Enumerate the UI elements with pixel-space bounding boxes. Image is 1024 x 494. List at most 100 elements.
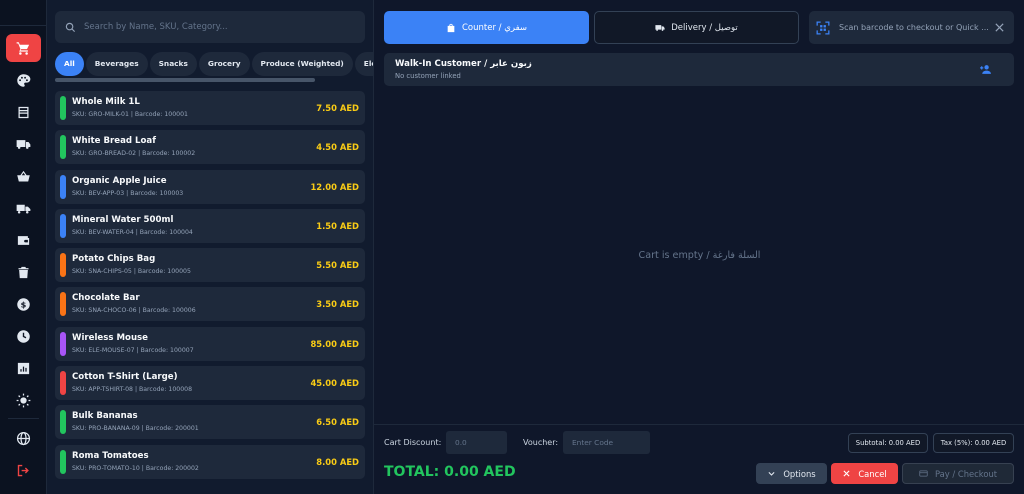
product-price: 7.50 AED — [316, 103, 359, 113]
product-sku: SKU: PRO-TOMATO-10 | Barcode: 200002 — [72, 464, 199, 472]
category-filter: All Beverages Snacks Grocery Produce (Weight… — [55, 52, 373, 76]
sidebar-item-history[interactable] — [6, 322, 41, 350]
customer-name: Walk-In Customer / زبون عابر — [395, 59, 532, 69]
product-name: Roma Tomatoes — [72, 450, 149, 461]
category-chip-electronics[interactable]: Electronics — [354, 52, 373, 76]
product-list: Whole Milk 1L SKU: GRO-MILK-01 | Barcode… — [55, 91, 365, 484]
logout-icon — [17, 464, 29, 476]
sun-icon — [16, 393, 31, 407]
options-label: Options — [783, 468, 816, 479]
product-card[interactable]: Roma Tomatoes SKU: PRO-TOMATO-10 | Barco… — [55, 444, 365, 479]
globe-icon — [16, 431, 31, 445]
sidebar-item-theme-toggle[interactable] — [6, 386, 41, 414]
cart-panel: Counter / سفري Delivery / توصيل Walk-In … — [373, 0, 1024, 494]
category-color-bar — [60, 253, 66, 278]
cart-icon — [16, 41, 30, 55]
add-customer-icon[interactable] — [979, 63, 992, 76]
sidebar-item-language[interactable] — [6, 424, 41, 452]
tab-counter-label: Counter / سفري — [462, 22, 527, 33]
product-card[interactable]: Potato Chips Bag SKU: SNA-CHIPS-05 | Bar… — [55, 248, 365, 283]
sidebar: $ — [0, 0, 47, 494]
product-name: Wireless Mouse — [72, 332, 149, 343]
clock-icon — [17, 329, 30, 343]
voucher-label: Voucher: — [523, 438, 559, 447]
category-color-bar — [60, 331, 66, 356]
sidebar-item-logout[interactable] — [6, 456, 41, 484]
cart-empty-message: Cart is empty / السلة فارغة — [638, 250, 761, 261]
product-price: 85.00 AED — [310, 338, 359, 349]
wallet-icon — [17, 235, 30, 245]
report-icon — [17, 362, 30, 374]
sidebar-item-inventory[interactable] — [6, 98, 41, 126]
category-chip-beverages[interactable]: Beverages — [85, 52, 148, 76]
category-color-bar — [60, 449, 66, 474]
cancel-button[interactable]: Cancel — [831, 463, 898, 484]
search-input[interactable] — [84, 22, 354, 32]
sidebar-item-shipping[interactable] — [6, 130, 41, 158]
product-name: White Bread Loaf — [72, 136, 156, 147]
sidebar-item-wallet[interactable] — [6, 226, 41, 254]
tab-delivery-label: Delivery / توصيل — [671, 22, 738, 33]
truck-icon — [655, 24, 665, 31]
product-sku: SKU: APP-TSHIRT-08 | Barcode: 100008 — [72, 386, 193, 394]
tab-delivery[interactable]: Delivery / توصيل — [594, 11, 799, 44]
trash-icon — [18, 266, 29, 278]
sidebar-header — [0, 0, 47, 26]
category-color-bar — [60, 174, 66, 199]
cancel-label: Cancel — [858, 468, 887, 479]
product-sku: SKU: SNA-CHIPS-05 | Barcode: 100005 — [72, 268, 191, 276]
pay-checkout-button[interactable]: Pay / Checkout — [902, 463, 1014, 484]
customer-card[interactable]: Walk-In Customer / زبون عابر No customer… — [384, 53, 1014, 86]
product-sku: SKU: BEV-WATER-04 | Barcode: 100004 — [72, 228, 193, 236]
product-sku: SKU: GRO-BREAD-02 | Barcode: 100002 — [72, 150, 196, 158]
cart-discount-input[interactable] — [446, 431, 507, 454]
category-scrollbar[interactable] — [55, 78, 315, 82]
sidebar-divider — [8, 418, 39, 419]
product-card[interactable]: Wireless Mouse SKU: ELE-MOUSE-07 | Barco… — [55, 326, 365, 361]
product-name: Potato Chips Bag — [72, 254, 156, 265]
product-card[interactable]: Organic Apple Juice SKU: BEV-APP-03 | Ba… — [55, 169, 365, 204]
product-card[interactable]: Whole Milk 1L SKU: GRO-MILK-01 | Barcode… — [55, 91, 365, 125]
basket-icon — [17, 170, 30, 181]
subtotal-badge: Subtotal: 0.00 AED — [848, 433, 928, 453]
product-price: 8.00 AED — [316, 456, 359, 467]
order-total: TOTAL: 0.00 AED — [384, 464, 516, 480]
product-sku: SKU: BEV-APP-03 | Barcode: 100003 — [72, 189, 184, 197]
product-price: 4.50 AED — [316, 142, 359, 153]
sidebar-item-themes[interactable] — [6, 66, 41, 94]
product-card[interactable]: Chocolate Bar SKU: SNA-CHOCO-06 | Barcod… — [55, 287, 365, 322]
tab-counter[interactable]: Counter / سفري — [384, 11, 589, 44]
category-chip-grocery[interactable]: Grocery — [198, 52, 250, 76]
product-name: Cotton T-Shirt (Large) — [72, 372, 178, 383]
product-card[interactable]: Cotton T-Shirt (Large) SKU: APP-TSHIRT-0… — [55, 366, 365, 401]
sidebar-item-pos[interactable] — [6, 34, 41, 62]
shopping-bag-icon — [447, 23, 455, 32]
product-card[interactable]: Mineral Water 500ml SKU: BEV-WATER-04 | … — [55, 208, 365, 243]
sidebar-item-delivery[interactable] — [6, 194, 41, 222]
product-sku: SKU: GRO-MILK-01 | Barcode: 100001 — [72, 111, 188, 118]
barcode-scan-bar — [809, 11, 1014, 44]
customer-status: No customer linked — [395, 72, 461, 80]
sidebar-item-orders[interactable] — [6, 162, 41, 190]
pay-checkout-label: Pay / Checkout — [934, 468, 998, 479]
product-price: 45.00 AED — [310, 378, 359, 389]
product-name: Mineral Water 500ml — [72, 214, 174, 225]
sidebar-item-waste[interactable] — [6, 258, 41, 286]
dollar-icon: $ — [17, 297, 30, 311]
search-icon — [65, 22, 76, 32]
options-button[interactable]: Options — [756, 463, 827, 484]
close-icon[interactable] — [994, 22, 1005, 33]
category-chip-snacks[interactable]: Snacks — [149, 52, 197, 76]
product-price: 1.50 AED — [316, 220, 359, 231]
category-chip-all[interactable]: All — [55, 52, 84, 76]
voucher-input[interactable] — [563, 431, 650, 454]
sidebar-item-finance[interactable]: $ — [6, 290, 41, 318]
category-chip-produce[interactable]: Produce (Weighted) — [251, 52, 353, 76]
product-name: Chocolate Bar — [72, 293, 140, 304]
product-price: 3.50 AED — [316, 299, 359, 310]
sidebar-item-reports[interactable] — [6, 354, 41, 382]
barcode-input[interactable] — [839, 23, 989, 32]
category-color-bar — [60, 371, 66, 396]
product-card[interactable]: White Bread Loaf SKU: GRO-BREAD-02 | Bar… — [55, 130, 365, 165]
product-card[interactable]: Bulk Bananas SKU: PRO-BANANA-09 | Barcod… — [55, 405, 365, 440]
